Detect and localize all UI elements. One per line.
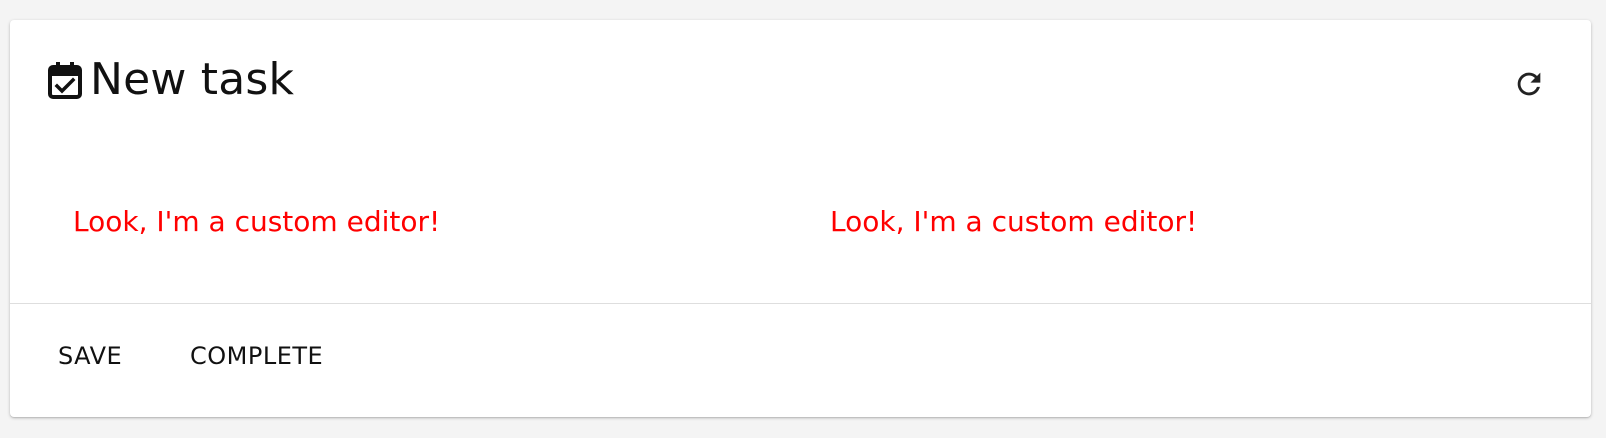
card-header: New task — [10, 20, 1591, 140]
custom-editor[interactable]: Look, I'm a custom editor! — [830, 200, 1197, 244]
complete-button[interactable]: COMPLETE — [178, 334, 335, 378]
card-actions: SAVE COMPLETE — [10, 304, 1591, 417]
refresh-icon — [1512, 67, 1546, 105]
custom-editor[interactable]: Look, I'm a custom editor! — [73, 200, 440, 244]
calendar-check-icon — [47, 60, 83, 100]
page-title: New task — [90, 54, 295, 105]
refresh-button[interactable] — [1507, 64, 1551, 108]
task-card: New task Look, I'm a custom editor! Look… — [10, 20, 1591, 417]
save-button[interactable]: SAVE — [46, 334, 134, 378]
